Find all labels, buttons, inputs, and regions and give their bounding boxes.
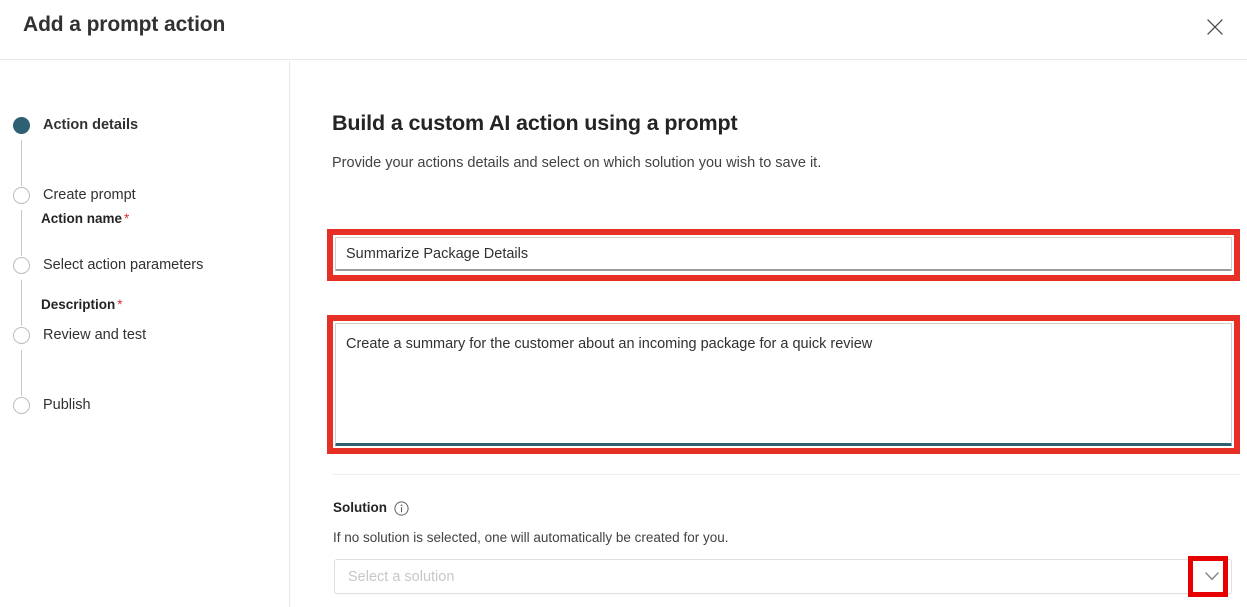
step-indicator-icon — [13, 326, 30, 344]
sidebar-item-select-action-parameters[interactable]: Select action parameters — [13, 253, 203, 277]
solution-help-text: If no solution is selected, one will aut… — [333, 530, 729, 545]
sidebar-item-label: Select action parameters — [43, 257, 204, 273]
rail-connector — [21, 210, 22, 256]
page-subtitle: Provide your actions details and select … — [332, 155, 822, 171]
step-indicator-icon — [13, 256, 30, 274]
rail-connector — [21, 350, 22, 396]
step-indicator-icon — [13, 186, 30, 204]
close-icon — [1206, 18, 1224, 36]
info-icon[interactable] — [394, 500, 409, 516]
required-marker: * — [117, 297, 123, 312]
required-marker: * — [124, 211, 130, 226]
sidebar-item-publish[interactable]: Publish — [13, 393, 91, 417]
dialog-header: Add a prompt action — [0, 0, 1247, 60]
description-label: Description * — [41, 296, 123, 314]
description-textarea[interactable] — [335, 323, 1232, 446]
page-title: Build a custom AI action using a prompt — [332, 111, 738, 135]
step-indicator-icon — [13, 116, 30, 134]
action-name-label-text: Action name — [41, 211, 123, 226]
solution-label-row: Solution — [333, 499, 409, 517]
dialog-title: Add a prompt action — [23, 13, 226, 36]
close-button[interactable] — [1195, 8, 1235, 46]
action-name-input[interactable] — [335, 237, 1232, 271]
solution-select[interactable]: Select a solution — [334, 559, 1232, 594]
sidebar-item-label: Action details — [43, 117, 139, 133]
rail-connector — [21, 140, 22, 186]
action-name-label: Action name * — [41, 210, 129, 228]
sidebar-item-label: Publish — [43, 397, 91, 413]
sidebar-item-create-prompt[interactable]: Create prompt — [13, 183, 136, 207]
rail-connector — [21, 280, 22, 326]
solution-placeholder: Select a solution — [348, 568, 455, 585]
sidebar-item-label: Review and test — [43, 327, 147, 343]
solution-label: Solution — [333, 500, 387, 515]
section-divider — [333, 474, 1240, 475]
description-label-text: Description — [41, 297, 116, 312]
step-indicator-icon — [13, 396, 30, 414]
chevron-down-icon[interactable] — [1201, 566, 1223, 588]
wizard-step-rail: Action details Create prompt Select acti… — [0, 61, 290, 607]
sidebar-item-review-and-test[interactable]: Review and test — [13, 323, 146, 347]
sidebar-item-label: Create prompt — [43, 187, 136, 203]
sidebar-item-action-details[interactable]: Action details — [13, 113, 138, 137]
